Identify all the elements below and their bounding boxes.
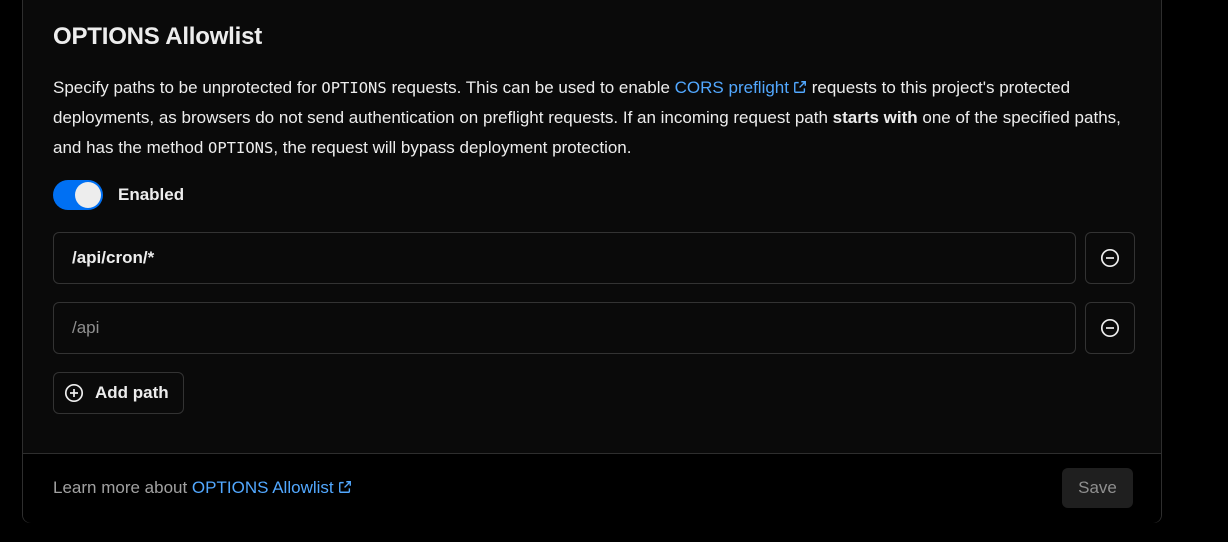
path-input[interactable] [53,302,1076,354]
desc-text-2: requests. This can be used to enable [386,78,675,97]
desc-text-5: , the request will bypass deployment pro… [273,138,632,157]
path-input[interactable] [53,232,1076,284]
learn-more-prefix: Learn more about [53,478,192,497]
external-link-icon [338,481,351,493]
docs-link-label: OPTIONS Allowlist [191,478,334,497]
desc-bold-starts-with: starts with [832,108,918,127]
toggle-knob [75,182,101,208]
external-link-icon [794,81,806,93]
minus-circle-icon [1100,318,1120,338]
minus-circle-icon [1100,248,1120,268]
desc-code-options-2: OPTIONS [208,139,274,157]
desc-text-1: Specify paths to be unprotected for [53,78,322,97]
desc-code-options-1: OPTIONS [321,79,387,97]
save-button[interactable]: Save [1062,468,1133,508]
section-description: Specify paths to be unprotected for OPTI… [53,73,1135,163]
cors-preflight-link[interactable]: CORS preflight [675,78,807,97]
enabled-toggle-label: Enabled [118,185,185,204]
path-row [53,302,1135,354]
options-allowlist-docs-link[interactable]: OPTIONS Allowlist [192,478,352,497]
path-row [53,232,1135,284]
add-path-label: Add path [95,383,169,402]
remove-path-button[interactable] [1085,302,1135,354]
card-footer: Learn more about OPTIONS Allowlist Save [23,453,1161,523]
plus-circle-icon [64,383,84,403]
add-path-button[interactable]: Add path [53,372,184,414]
options-allowlist-card: OPTIONS Allowlist Specify paths to be un… [22,0,1162,523]
learn-more-text: Learn more about OPTIONS Allowlist [53,478,352,498]
cors-preflight-link-label: CORS preflight [674,78,789,97]
enabled-toggle[interactable] [53,180,103,210]
remove-path-button[interactable] [1085,232,1135,284]
enabled-toggle-row: Enabled [53,179,184,211]
section-title: OPTIONS Allowlist [53,23,263,50]
